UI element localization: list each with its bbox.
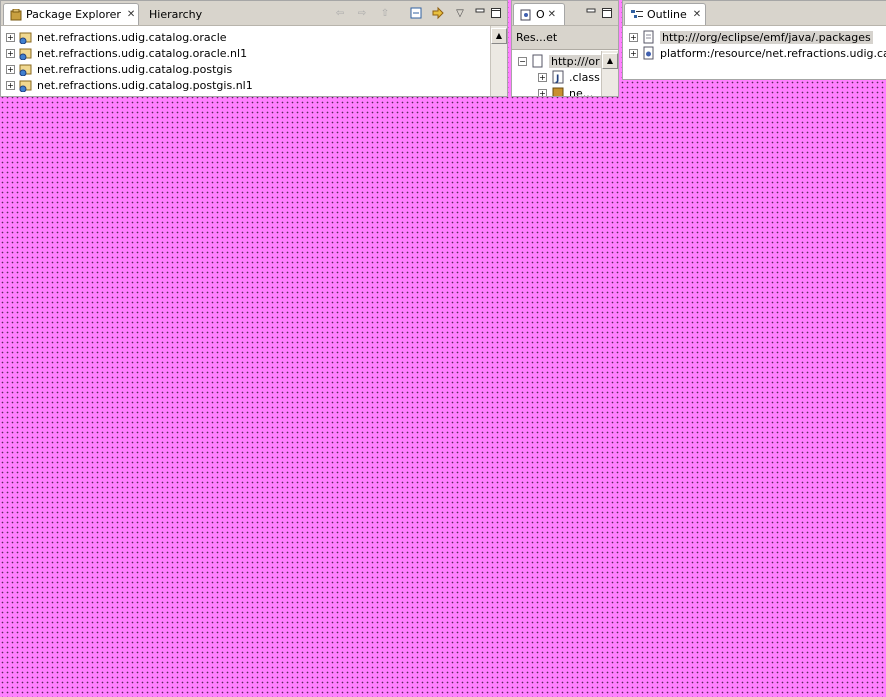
vertical-scrollbar[interactable]: ▲ (490, 26, 507, 96)
plugin-project-icon (19, 78, 33, 93)
editor-icon (520, 9, 532, 21)
view-menu-icon[interactable]: ▽ (453, 6, 467, 20)
collapse-all-icon[interactable] (409, 6, 423, 20)
package-icon (551, 86, 565, 96)
list-item-label: net.refractions.udig.catalog.oracle (37, 30, 227, 44)
resource-set-view: O ✕ Res...et − http:///or + J .class + n… (511, 0, 619, 97)
list-item[interactable]: + net.refractions.udig.catalog.oracle.nl… (6, 45, 247, 61)
maximize-icon[interactable] (600, 6, 614, 20)
tab-package-explorer[interactable]: Package Explorer ✕ (3, 3, 139, 25)
package-explorer-icon (10, 8, 22, 21)
outline-tabbar: Outline ✕ (623, 1, 886, 26)
tab-hierarchy-label: Hierarchy (149, 7, 203, 21)
expand-icon[interactable]: + (538, 72, 547, 82)
plugin-project-icon (19, 46, 33, 61)
plugin-project-icon (19, 30, 33, 45)
tree-item[interactable]: + platform:/resource/net.refractions.udi… (629, 45, 886, 61)
tab-resource-set[interactable]: O ✕ (513, 3, 565, 25)
link-with-editor-icon[interactable] (431, 6, 445, 20)
resource-set-header-label: Res...et (516, 31, 558, 44)
tree-item-label: http:///or (549, 54, 602, 68)
vertical-scrollbar[interactable]: ▲ (601, 51, 618, 96)
close-icon[interactable]: ✕ (548, 9, 556, 20)
expand-icon[interactable]: + (629, 32, 638, 42)
scroll-up-icon[interactable]: ▲ (491, 28, 507, 44)
tab-hierarchy[interactable]: Hierarchy (143, 3, 208, 25)
resource-set-header: Res...et (512, 26, 618, 50)
expand-icon[interactable]: + (6, 80, 15, 90)
list-item-label: net.refractions.udig.catalog.oracle.nl1 (37, 46, 248, 60)
outline-icon (631, 9, 643, 21)
tree-item[interactable]: + J .class (538, 69, 600, 85)
expand-icon[interactable]: + (6, 64, 15, 74)
tree-item[interactable]: + ne... (538, 85, 594, 97)
close-icon[interactable]: ✕ (693, 9, 701, 20)
resource-set-tabbar: O ✕ (512, 1, 618, 26)
tree-item-label: platform:/resource/net.refractions.udig.… (660, 46, 886, 60)
tab-package-explorer-label: Package Explorer (26, 8, 121, 21)
tree-item[interactable]: + http:///org/eclipse/emf/java/.packages (629, 29, 873, 45)
tab-resource-set-label: O (536, 8, 545, 21)
tree-item-label: http:///org/eclipse/emf/java/.packages (660, 30, 873, 44)
close-icon[interactable]: ✕ (127, 9, 135, 20)
back-icon[interactable]: ⇦ (333, 6, 347, 20)
resource-icon (642, 30, 656, 44)
resource-icon (531, 54, 545, 68)
plugin-project-icon (19, 62, 33, 77)
svg-text:J: J (555, 74, 559, 84)
expand-icon[interactable]: + (6, 48, 15, 58)
outline-view: Outline ✕ + http:///org/eclipse/emf/java… (622, 0, 886, 80)
package-explorer-tabbar: Package Explorer ✕ Hierarchy ⇦ ⇨ ⇧ ▽ (1, 1, 507, 26)
expand-icon[interactable]: + (629, 48, 638, 58)
list-item[interactable]: + net.refractions.udig.catalog.postgis.n… (6, 77, 253, 93)
collapse-icon[interactable]: − (518, 56, 527, 66)
tree-item-label: ne... (569, 86, 594, 97)
scroll-up-icon[interactable]: ▲ (602, 53, 618, 69)
maximize-icon[interactable] (489, 6, 503, 20)
tree-item[interactable]: − http:///or (518, 53, 602, 69)
list-item[interactable]: + net.refractions.udig.catalog.postgis (6, 61, 232, 77)
tab-outline-label: Outline (647, 8, 687, 21)
resource-icon (642, 46, 656, 60)
java-class-icon: J (551, 70, 565, 84)
minimize-icon[interactable] (473, 6, 487, 20)
expand-icon[interactable]: + (6, 32, 15, 42)
tab-outline[interactable]: Outline ✕ (624, 3, 706, 25)
up-icon[interactable]: ⇧ (378, 6, 392, 20)
package-explorer-view: Package Explorer ✕ Hierarchy ⇦ ⇨ ⇧ ▽ + n… (0, 0, 508, 97)
forward-icon[interactable]: ⇨ (355, 6, 369, 20)
list-item-label: net.refractions.udig.catalog.postgis.nl1 (37, 78, 253, 92)
list-item-label: net.refractions.udig.catalog.postgis (37, 62, 233, 76)
minimize-icon[interactable] (584, 6, 598, 20)
tree-item-label: .class (569, 70, 600, 84)
list-item[interactable]: + net.refractions.udig.catalog.oracle (6, 29, 227, 45)
expand-icon[interactable]: + (538, 88, 547, 96)
